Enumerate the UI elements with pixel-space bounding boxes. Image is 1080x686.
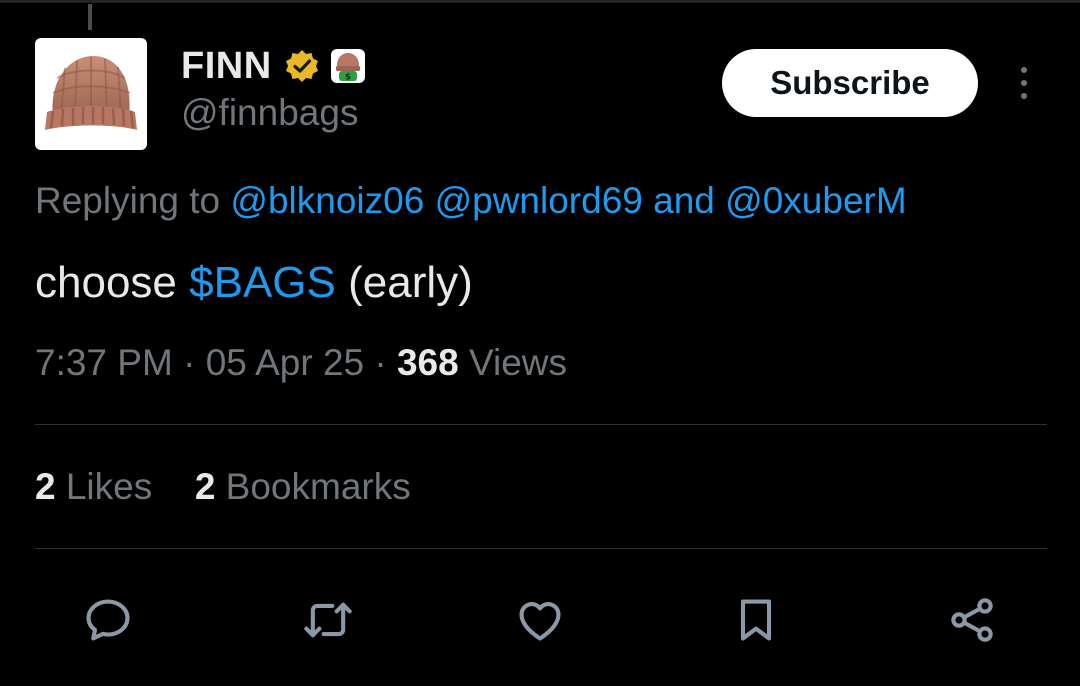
divider — [35, 424, 1047, 425]
bookmark-icon[interactable] — [728, 592, 784, 648]
cashtag-link[interactable]: $BAGS — [189, 258, 336, 307]
more-dot — [1021, 67, 1027, 73]
engagement-stats: 2 Likes 2 Bookmarks — [35, 466, 411, 508]
likes-label: Likes — [65, 466, 153, 507]
views-count: 368 — [396, 342, 459, 383]
bookmarks-count: 2 — [194, 466, 216, 507]
divider — [35, 548, 1047, 549]
tweet-meta: 7:37 PM · 05 Apr 25 · 368 Views — [35, 342, 567, 384]
svg-text:$: $ — [345, 73, 351, 83]
tweet-date[interactable]: 05 Apr 25 — [206, 342, 364, 383]
author-name-row: FINN $ — [181, 40, 366, 92]
share-icon[interactable] — [944, 592, 1000, 648]
mention-link[interactable]: @pwnlord69 — [435, 180, 643, 221]
more-vertical-icon[interactable] — [1004, 60, 1044, 106]
like-icon[interactable] — [512, 592, 568, 648]
beanie-emoji-icon: $ — [330, 48, 366, 84]
mention-link[interactable]: @0xuberM — [725, 180, 907, 221]
likes-count: 2 — [35, 466, 56, 507]
tweet-text: choose $BAGS (early) — [35, 258, 473, 308]
author-handle[interactable]: @finnbags — [181, 92, 358, 134]
reply-icon[interactable] — [80, 592, 136, 648]
subscribe-button[interactable]: Subscribe — [722, 49, 978, 117]
meta-separator: · — [374, 342, 387, 383]
verified-badge-icon[interactable] — [284, 48, 320, 84]
action-bar — [0, 592, 1080, 648]
more-dot — [1021, 93, 1027, 99]
thread-connector-line — [88, 4, 92, 30]
top-divider — [0, 0, 1080, 3]
reply-conjunction[interactable]: and — [653, 180, 715, 221]
retweet-icon[interactable] — [300, 592, 356, 648]
reply-prefix: Replying to — [35, 180, 221, 221]
tweet-text-before: choose — [35, 258, 177, 307]
author-display-name[interactable]: FINN — [181, 45, 272, 88]
meta-separator: · — [183, 342, 196, 383]
views-label: Views — [469, 342, 568, 383]
more-dot — [1021, 80, 1027, 86]
reply-context: Replying to @blknoiz06 @pwnlord69 and @0… — [35, 180, 907, 222]
avatar[interactable] — [35, 38, 147, 150]
knit-beanie-icon — [45, 56, 137, 130]
bookmarks-label: Bookmarks — [225, 466, 411, 507]
likes-stat[interactable]: 2 Likes — [35, 466, 163, 507]
mention-link[interactable]: @blknoiz06 — [230, 180, 424, 221]
tweet-text-after: (early) — [348, 258, 473, 307]
bookmarks-stat[interactable]: 2 Bookmarks — [195, 466, 411, 507]
tweet-time[interactable]: 7:37 PM — [35, 342, 173, 383]
